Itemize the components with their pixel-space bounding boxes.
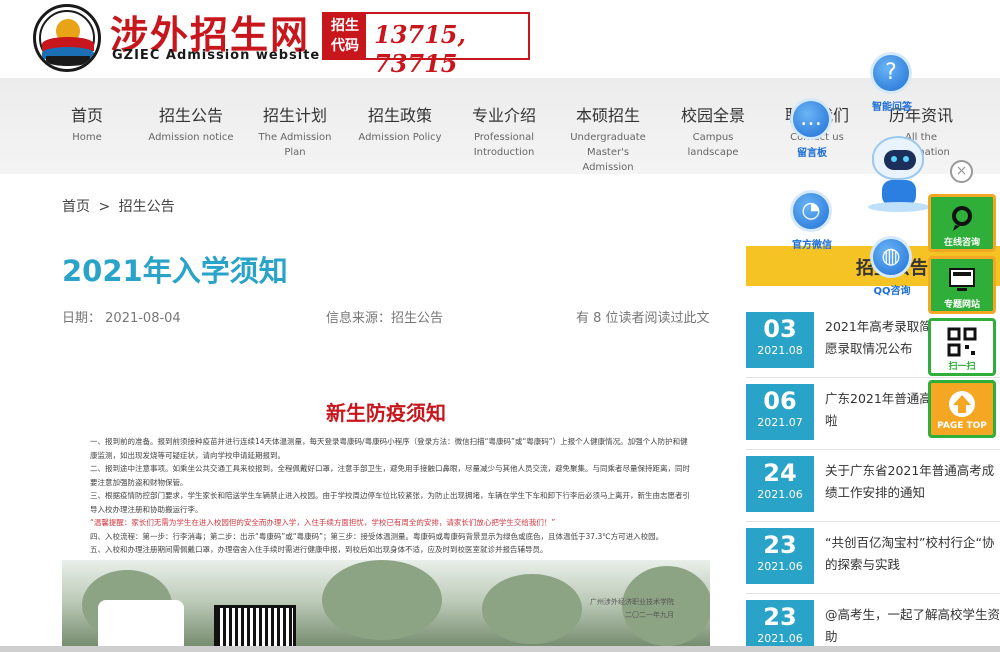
news-item[interactable]: 23 2021.06 “共创百亿淘宝村”校村行企“协的探索与实践 (746, 528, 1000, 584)
site-header: 涉外招生网 GZIEC Admission website 招生 代码 1371… (0, 0, 1000, 78)
official-wechat-label[interactable]: 官方微信 (780, 236, 844, 251)
breadcrumb-separator: > (98, 199, 111, 215)
message-board-label[interactable]: 留言板 (780, 144, 844, 159)
news-divider (746, 521, 1000, 522)
article-date: 日期： 2021-08-04 (62, 311, 181, 326)
special-site-button[interactable]: 专题网站 (928, 256, 996, 314)
news-date-badge: 03 2021.08 (746, 312, 814, 368)
notice-title: 新生防疫须知 (326, 401, 446, 425)
breadcrumb-current[interactable]: 招生公告 (119, 199, 175, 215)
breadcrumb-home[interactable]: 首页 (62, 199, 90, 215)
notice-body: 一、报到前的准备。报到前须接种疫苗并进行连续14天体温测量，每天登录粤康码/粤康… (90, 437, 690, 554)
news-divider (746, 593, 1000, 594)
qr-code-icon (214, 605, 296, 652)
smart-qa-label[interactable]: 智能问答 (860, 98, 924, 113)
online-consult-button[interactable]: 在线咨询 (928, 194, 996, 252)
health-code-card (98, 600, 184, 652)
smart-qa-icon[interactable]: ? (870, 52, 912, 94)
nav-item-campus-landscape[interactable]: 校园全景 Campus landscape (663, 102, 763, 160)
news-divider (746, 449, 1000, 450)
news-date-badge: 06 2021.07 (746, 384, 814, 440)
news-item[interactable]: 24 2021.06 关于广东省2021年普通高考成绩工作安排的通知 (746, 456, 1000, 512)
notice-image: 新生防疫须知 一、报到前的准备。报到前须接种疫苗并进行连续14天体温测量，每天登… (62, 385, 710, 652)
news-title-link[interactable]: “共创百亿淘宝村”校村行企“协的探索与实践 (825, 532, 1000, 580)
article-title: 2021年入学须知 (62, 254, 288, 288)
notice-signature: 广州涉外经济职业技术学院 二〇二一年九月 (590, 598, 674, 619)
admission-code-value: 13715, 73715 (374, 20, 466, 78)
nav-item-admission-policy[interactable]: 招生政策 Admission Policy (350, 102, 450, 145)
nav-item-home[interactable]: 首页 Home (37, 102, 137, 145)
main-nav: 首页 Home 招生公告 Admission notice 招生计划 The A… (0, 78, 1000, 174)
monitor-icon (949, 268, 975, 291)
breadcrumb: 首页 > 招生公告 (62, 196, 179, 216)
site-logo-subtitle: GZIEC Admission website (112, 48, 321, 63)
article-source: 信息来源：招生公告 (326, 311, 444, 326)
news-title-link[interactable]: 关于广东省2021年普通高考成绩工作安排的通知 (825, 460, 1000, 508)
close-icon[interactable]: × (950, 160, 973, 183)
qq-icon[interactable]: ◍ (870, 236, 912, 278)
nav-item-admission-notice[interactable]: 招生公告 Admission notice (141, 102, 241, 145)
robot-assistant-icon[interactable] (868, 136, 930, 214)
notice-warning: “温馨提醒：家长们无需为学生在进入校园但的安全而办理入学，入住手续方面担忧，学校… (90, 518, 556, 527)
news-date-badge: 23 2021.06 (746, 528, 814, 584)
nav-item-professional-intro[interactable]: 专业介绍 Professional Introduction (454, 102, 554, 160)
chat-bubble-icon (952, 206, 972, 231)
message-board-icon[interactable]: … (790, 98, 832, 140)
admission-code-box: 招生 代码 13715, 73715 (322, 12, 530, 78)
news-date-badge: 24 2021.06 (746, 456, 814, 512)
qq-consult-label[interactable]: QQ咨询 (860, 282, 924, 297)
news-date-badge: 23 2021.06 (746, 600, 814, 652)
nav-item-undergraduate-master[interactable]: 本硕招生 Undergraduate Master's Admission (558, 102, 658, 175)
school-emblem-icon[interactable] (33, 4, 101, 72)
qr-code-icon (947, 327, 977, 357)
admission-code-label: 招生 代码 (324, 14, 366, 58)
page-top-button[interactable]: PAGE TOP (928, 380, 996, 438)
news-title-link[interactable]: @高考生，一起了解高校学生资助 (825, 604, 1000, 652)
scan-qr-button[interactable]: 扫一扫 (928, 318, 996, 376)
side-toolbar: 在线咨询 专题网站 扫一扫 PAGE TOP (928, 192, 1000, 442)
arrow-up-icon (949, 391, 975, 417)
horizontal-scrollbar[interactable] (0, 646, 1000, 652)
article-read-count: 有 8 位读者阅读过此文 (576, 311, 710, 326)
wechat-icon[interactable]: ◔ (790, 190, 832, 232)
news-item[interactable]: 23 2021.06 @高考生，一起了解高校学生资助 (746, 600, 1000, 652)
nav-item-admission-plan[interactable]: 招生计划 The Admission Plan (245, 102, 345, 160)
